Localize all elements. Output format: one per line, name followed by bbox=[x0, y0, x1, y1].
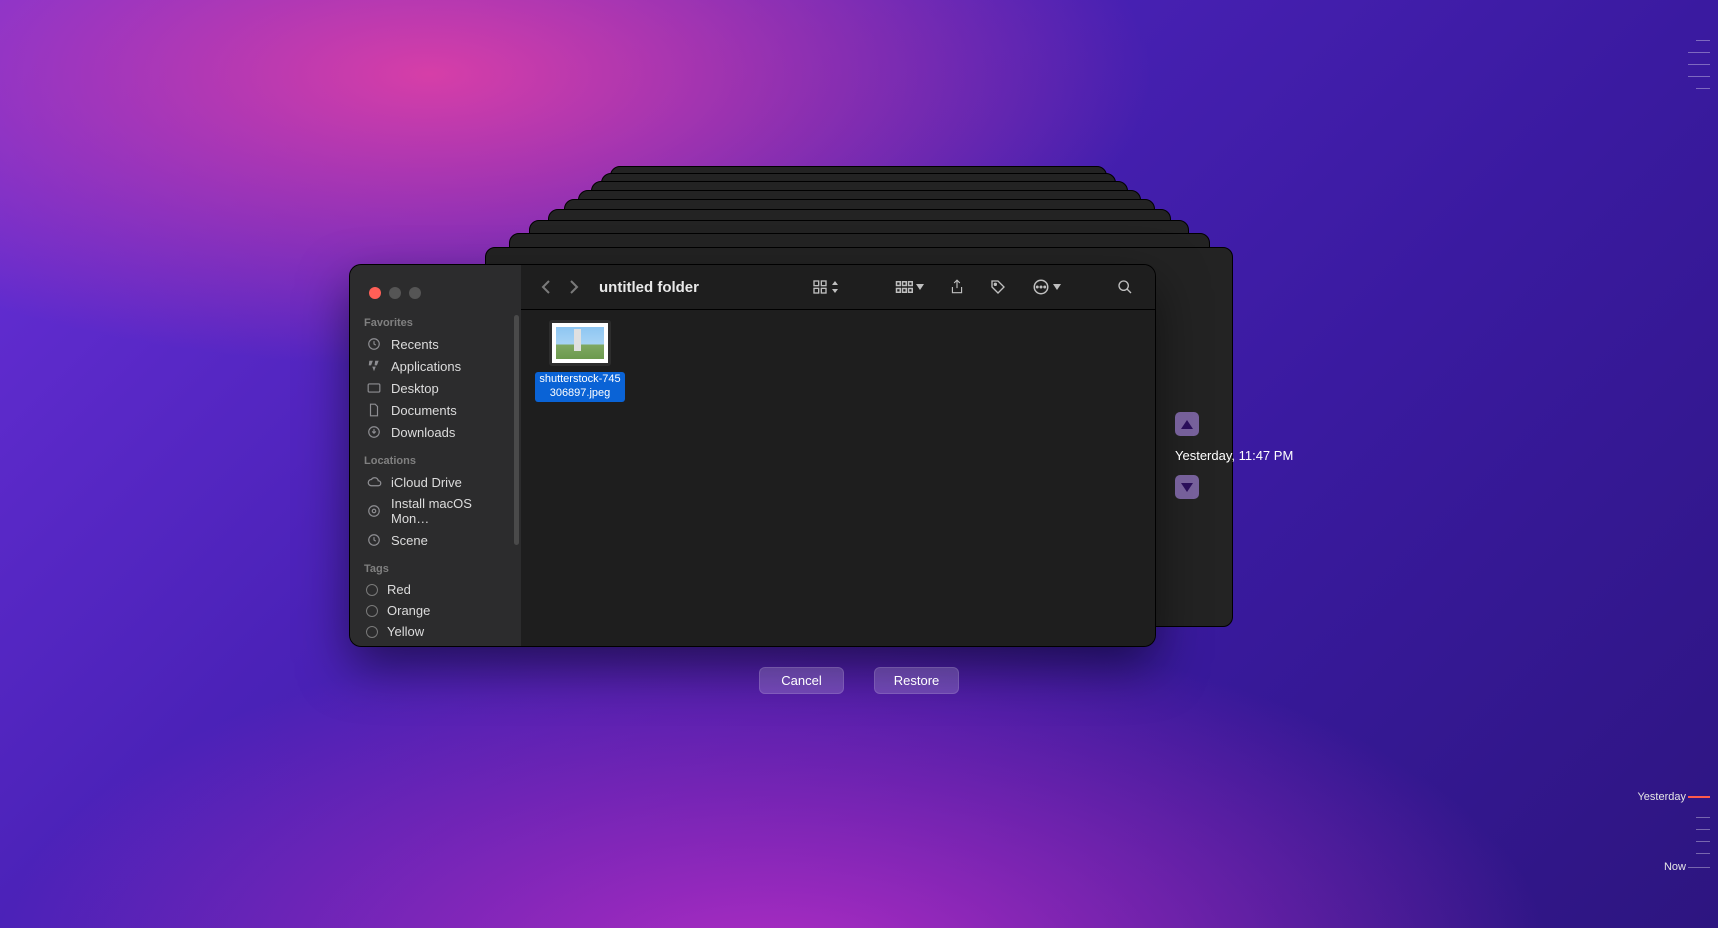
search-button[interactable] bbox=[1109, 279, 1141, 295]
sidebar-tag-orange[interactable]: Orange bbox=[364, 600, 507, 621]
timeline-tick bbox=[1696, 841, 1710, 842]
tag-dot-icon bbox=[366, 626, 378, 638]
sidebar-item-label: Install macOS Mon… bbox=[391, 496, 507, 526]
snapshot-nav: Yesterday, 11:47 PM bbox=[1175, 412, 1293, 499]
sidebar-tag-yellow[interactable]: Yellow bbox=[364, 621, 507, 642]
restore-button[interactable]: Restore bbox=[874, 667, 959, 694]
timeline-tick bbox=[1696, 853, 1710, 854]
close-button[interactable] bbox=[369, 287, 381, 299]
minimize-button[interactable] bbox=[389, 287, 401, 299]
sidebar-item-label: Orange bbox=[387, 603, 430, 618]
sidebar-tag-red[interactable]: Red bbox=[364, 579, 507, 600]
timeline-tick bbox=[1688, 64, 1710, 65]
back-button[interactable] bbox=[541, 279, 551, 295]
sidebar-item-applications[interactable]: Applications bbox=[364, 355, 507, 377]
file-name: shutterstock-745306897.jpeg bbox=[535, 372, 624, 402]
timeline-marker-now bbox=[1688, 867, 1710, 868]
timeline-tick bbox=[1688, 76, 1710, 77]
window-controls bbox=[350, 277, 521, 313]
tag-button[interactable] bbox=[982, 279, 1014, 295]
sidebar-scrollbar[interactable] bbox=[514, 315, 519, 545]
applications-icon bbox=[366, 358, 382, 374]
sidebar-item-label: Documents bbox=[391, 403, 457, 418]
view-icon-button[interactable] bbox=[804, 279, 847, 295]
disc-icon bbox=[366, 503, 382, 519]
toolbar: untitled folder bbox=[521, 265, 1155, 310]
sidebar-item-label: Applications bbox=[391, 359, 461, 374]
snapshot-prev-button[interactable] bbox=[1175, 412, 1199, 436]
timeline-tick bbox=[1696, 829, 1710, 830]
desktop-icon bbox=[366, 380, 382, 396]
sidebar-item-label: Desktop bbox=[391, 381, 439, 396]
finder-main: untitled folder bbox=[521, 265, 1155, 646]
snapshot-next-button[interactable] bbox=[1175, 475, 1199, 499]
sidebar-item-label: Yellow bbox=[387, 624, 424, 639]
timeline-tick bbox=[1696, 40, 1710, 41]
sidebar-section-locations: Locations iCloud Drive Install macOS Mon… bbox=[350, 455, 521, 559]
timeline-tick bbox=[1688, 52, 1710, 53]
sidebar-item-label: Downloads bbox=[391, 425, 455, 440]
forward-button[interactable] bbox=[569, 279, 579, 295]
tag-dot-icon bbox=[366, 605, 378, 617]
sidebar-item-downloads[interactable]: Downloads bbox=[364, 421, 507, 443]
timeline-tick bbox=[1696, 817, 1710, 818]
updown-icon bbox=[831, 281, 839, 293]
maximize-button[interactable] bbox=[409, 287, 421, 299]
sidebar-header-tags: Tags bbox=[364, 563, 507, 575]
timeline-marker-yesterday bbox=[1688, 796, 1710, 798]
timeline-label-yesterday: Yesterday bbox=[1637, 791, 1686, 803]
tag-dot-icon bbox=[366, 584, 378, 596]
cloud-icon bbox=[366, 474, 382, 490]
cancel-button[interactable]: Cancel bbox=[759, 667, 844, 694]
sidebar-item-scene[interactable]: Scene bbox=[364, 529, 507, 551]
snapshot-timestamp: Yesterday, 11:47 PM bbox=[1175, 448, 1293, 463]
action-button[interactable] bbox=[1024, 278, 1069, 296]
sidebar-item-icloud[interactable]: iCloud Drive bbox=[364, 471, 507, 493]
sidebar-item-label: iCloud Drive bbox=[391, 475, 462, 490]
timeline-label-now: Now bbox=[1664, 861, 1686, 873]
file-grid[interactable]: shutterstock-745306897.jpeg bbox=[521, 310, 1155, 646]
download-icon bbox=[366, 424, 382, 440]
sidebar-item-label: Recents bbox=[391, 337, 439, 352]
nav-arrows bbox=[541, 279, 579, 295]
sidebar-section-tags: Tags Red Orange Yellow bbox=[350, 563, 521, 646]
sidebar-header-favorites: Favorites bbox=[364, 317, 507, 329]
sidebar-section-favorites: Favorites Recents Applications Desktop D… bbox=[350, 317, 521, 451]
window-title: untitled folder bbox=[599, 279, 699, 296]
sidebar-item-label: Scene bbox=[391, 533, 428, 548]
document-icon bbox=[366, 402, 382, 418]
sidebar: Favorites Recents Applications Desktop D… bbox=[350, 265, 521, 646]
finder-window: Favorites Recents Applications Desktop D… bbox=[350, 265, 1155, 646]
timeline-tick bbox=[1696, 88, 1710, 89]
group-button[interactable] bbox=[887, 280, 932, 294]
sidebar-item-desktop[interactable]: Desktop bbox=[364, 377, 507, 399]
sidebar-item-label: Red bbox=[387, 582, 411, 597]
clock-icon bbox=[366, 532, 382, 548]
action-buttons: Cancel Restore bbox=[759, 667, 959, 694]
sidebar-item-recents[interactable]: Recents bbox=[364, 333, 507, 355]
timeline[interactable]: Yesterday Now bbox=[1658, 30, 1718, 898]
share-button[interactable] bbox=[942, 279, 972, 295]
sidebar-item-install[interactable]: Install macOS Mon… bbox=[364, 493, 507, 529]
clock-icon bbox=[366, 336, 382, 352]
sidebar-item-documents[interactable]: Documents bbox=[364, 399, 507, 421]
chevron-down-icon bbox=[916, 284, 924, 290]
file-item[interactable]: shutterstock-745306897.jpeg bbox=[535, 320, 625, 402]
file-thumbnail bbox=[549, 320, 611, 366]
sidebar-header-locations: Locations bbox=[364, 455, 507, 467]
chevron-down-icon bbox=[1053, 284, 1061, 290]
